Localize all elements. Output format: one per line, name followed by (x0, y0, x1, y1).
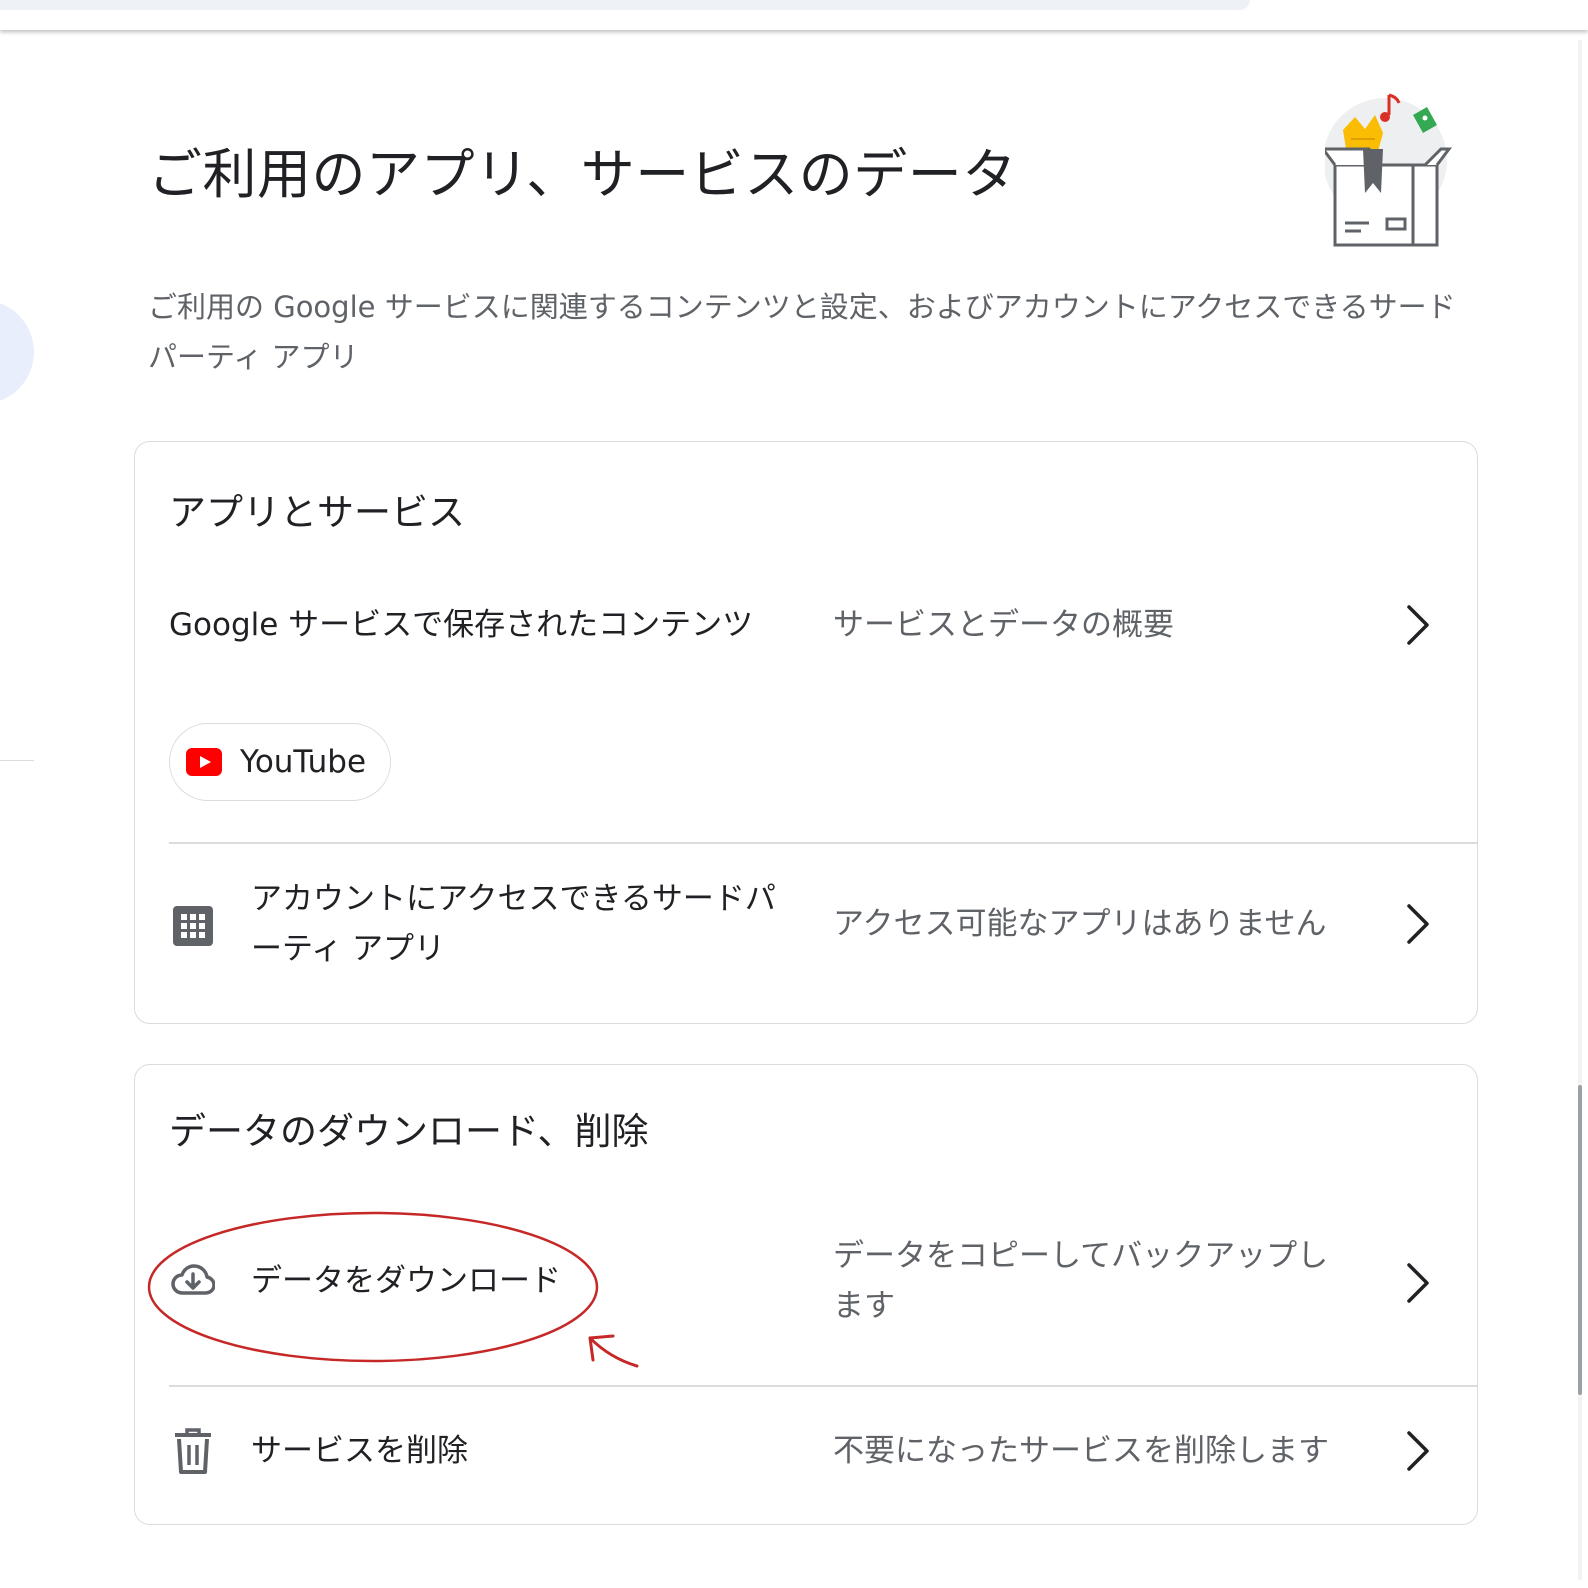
download-delete-card: データのダウンロード、削除 データをダウンロード データをコピーしてバックアップ… (134, 1064, 1478, 1525)
youtube-chip[interactable]: YouTube (169, 723, 391, 801)
third-party-apps-row[interactable]: アカウントにアクセスできるサードパーティ アプリ アクセス可能なアプリはありませ… (135, 874, 1477, 984)
chevron-right-icon (1403, 603, 1433, 647)
delete-service-row[interactable]: サービスを削除 不要になったサービスを削除します (135, 1421, 1477, 1481)
top-app-bar (0, 0, 1588, 30)
row-value: 不要になったサービスを削除します (833, 1433, 1329, 1469)
page-description: ご利用の Google サービスに関連するコンテンツと設定、およびアカウントにア… (148, 290, 1456, 374)
apps-grid-icon (171, 904, 215, 948)
chevron-right-icon (1403, 902, 1433, 946)
download-data-row[interactable]: データをダウンロード データをコピーしてバックアップします (135, 1231, 1477, 1341)
nav-divider (0, 760, 34, 761)
row-label: Google サービスで保存されたコンテンツ (169, 607, 754, 643)
chip-label: YouTube (240, 744, 367, 780)
divider (169, 1385, 1477, 1387)
row-label: データをダウンロード (251, 1263, 561, 1299)
row-label: アカウントにアクセスできるサードパーティ アプリ (251, 881, 776, 967)
card-title: データのダウンロード、削除 (169, 1110, 649, 1153)
gift-box-icon (1320, 85, 1475, 255)
row-label: サービスを削除 (251, 1433, 468, 1469)
row-value: データをコピーしてバックアップします (833, 1238, 1329, 1324)
page-title: ご利用のアプリ、サービスのデータ (148, 143, 1017, 206)
saved-content-row[interactable]: Google サービスで保存されたコンテンツ サービスとデータの概要 (135, 600, 1477, 650)
row-value: アクセス可能なアプリはありません (833, 906, 1327, 942)
scrollbar-thumb[interactable] (1578, 1085, 1582, 1395)
divider (169, 842, 1477, 844)
trash-icon (171, 1427, 215, 1474)
chevron-right-icon (1403, 1261, 1433, 1305)
card-title: アプリとサービス (169, 491, 465, 534)
row-value: サービスとデータの概要 (833, 607, 1174, 643)
youtube-icon (186, 746, 222, 778)
apps-and-services-card: アプリとサービス Google サービスで保存されたコンテンツ サービスとデータ… (134, 441, 1478, 1024)
nav-selected-item-edge[interactable] (0, 300, 34, 404)
search-bar-edge[interactable] (0, 0, 1250, 10)
chevron-right-icon (1403, 1429, 1433, 1473)
cloud-download-icon (171, 1259, 216, 1303)
